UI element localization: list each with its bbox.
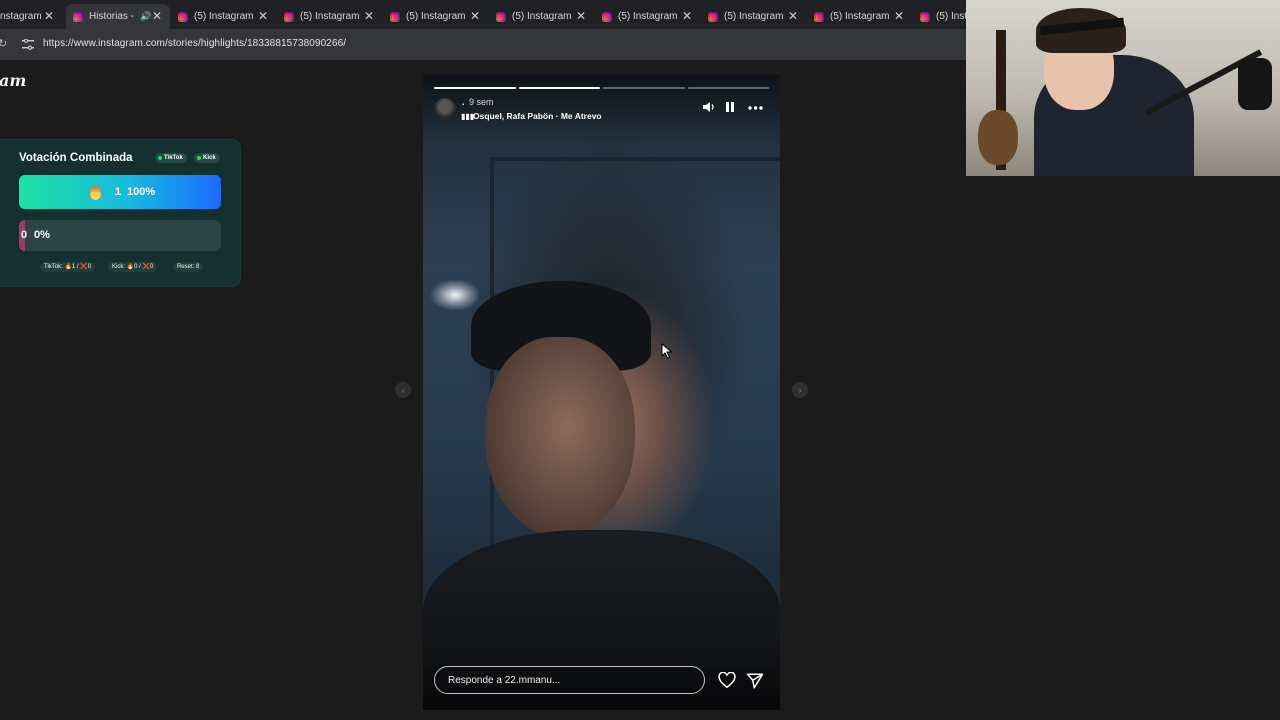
browser-tab-active[interactable]: Historias - 🔊 ✕ xyxy=(66,4,170,29)
story-progress-segment xyxy=(434,87,516,89)
story-viewer[interactable]: . 9 sem ▮▮▮ Osquel, Rafa Pabön · Me Atre… xyxy=(423,75,780,710)
vote-bar-option-b: 0 0% xyxy=(19,220,221,251)
vote-percent-a: 100% xyxy=(127,186,156,198)
instagram-favicon-icon xyxy=(178,11,188,22)
next-story-button[interactable]: › xyxy=(792,382,808,398)
story-progress-segment xyxy=(518,87,600,89)
reload-icon[interactable]: ↻ xyxy=(0,37,7,50)
instagram-favicon-icon xyxy=(73,11,83,22)
vote-count-a: 1 xyxy=(115,186,122,198)
story-progress-segment xyxy=(603,87,685,89)
tab-title: (5) Instagram xyxy=(300,11,360,22)
stat-kick: Kick: 🔥0 / ❌0 xyxy=(108,262,158,272)
instagram-favicon-icon xyxy=(602,11,612,22)
avatar[interactable] xyxy=(434,98,456,120)
instagram-favicon-icon xyxy=(814,11,824,22)
browser-tab[interactable]: (5) Instagram ✕ xyxy=(390,4,488,29)
site-settings-icon[interactable] xyxy=(22,39,34,50)
instagram-favicon-icon xyxy=(708,11,718,22)
tab-title: Historias - xyxy=(89,11,135,22)
vote-count-b: 0 xyxy=(21,229,28,241)
vote-bar-option-a: 1 100% xyxy=(19,175,221,209)
fire-icon xyxy=(90,186,101,200)
send-icon[interactable] xyxy=(746,672,764,690)
tab-close-icon[interactable]: ✕ xyxy=(894,9,904,23)
tab-title: (5) Instagram xyxy=(194,11,254,22)
reply-input[interactable] xyxy=(434,666,705,694)
tab-title: nstagram xyxy=(0,11,42,22)
platform-pill-tiktok: TikTok xyxy=(155,153,187,163)
story-progress-segment xyxy=(687,87,769,89)
tab-close-icon[interactable]: ✕ xyxy=(152,9,162,23)
story-timestamp: 9 sem xyxy=(469,97,494,107)
tab-title: (5) Instagram xyxy=(512,11,572,22)
tab-close-icon[interactable]: ✕ xyxy=(364,9,374,23)
instagram-favicon-icon xyxy=(496,11,506,22)
browser-tab[interactable]: (5) Instagram ✕ xyxy=(178,4,276,29)
pause-icon[interactable] xyxy=(725,101,735,113)
heart-icon[interactable] xyxy=(718,672,736,689)
tab-title: (5) Instagram xyxy=(724,11,784,22)
browser-tab[interactable]: (5) Instagram ✕ xyxy=(708,4,806,29)
tab-close-icon[interactable]: ✕ xyxy=(44,9,54,23)
tab-close-icon[interactable]: ✕ xyxy=(470,9,480,23)
story-subject-face xyxy=(485,337,635,537)
vote-widget: Votación Combinada TikTok Kick 1 100% 0 … xyxy=(0,140,240,286)
vote-title: Votación Combinada xyxy=(19,152,133,164)
previous-story-button[interactable]: ‹ xyxy=(395,382,411,398)
tab-title: (5) Instagram xyxy=(618,11,678,22)
instagram-favicon-icon xyxy=(920,11,930,22)
tab-title: (5) Insta xyxy=(936,11,966,22)
story-light-glare xyxy=(431,280,479,310)
vote-percent-b: 0% xyxy=(34,229,50,241)
tab-close-icon[interactable]: ✕ xyxy=(258,9,268,23)
tab-close-icon[interactable]: ✕ xyxy=(788,9,798,23)
browser-tab[interactable]: (5) Instagram ✕ xyxy=(814,4,912,29)
url-input[interactable]: https://www.instagram.com/stories/highli… xyxy=(43,38,346,49)
volume-icon[interactable] xyxy=(702,101,715,113)
browser-tab[interactable]: (5) Insta xyxy=(920,4,966,29)
instagram-favicon-icon xyxy=(390,11,400,22)
story-song-label[interactable]: Osquel, Rafa Pabön · Me Atrevo xyxy=(473,111,602,121)
instagram-logo[interactable]: am xyxy=(0,71,26,90)
webcam-guitar-body xyxy=(978,110,1018,165)
tab-close-icon[interactable]: ✕ xyxy=(682,9,692,23)
browser-tab[interactable]: (5) Instagram ✕ xyxy=(284,4,382,29)
webcam-microphone xyxy=(1238,58,1272,110)
story-username[interactable]: . xyxy=(462,97,465,107)
webcam-overlay xyxy=(966,0,1280,176)
tab-title: (5) Instagram xyxy=(830,11,890,22)
platform-pill-kick: Kick xyxy=(194,153,220,163)
instagram-favicon-icon xyxy=(284,11,294,22)
stat-tiktok: TikTok: 🔥1 / ❌0 xyxy=(40,262,96,272)
mouse-cursor-icon xyxy=(661,343,673,359)
stat-reset: Reset: 8 xyxy=(173,262,204,272)
more-options-icon[interactable] xyxy=(748,106,763,110)
tab-close-icon[interactable]: ✕ xyxy=(576,9,586,23)
tab-audio-icon[interactable]: 🔊 xyxy=(140,11,151,22)
browser-tab[interactable]: (5) Instagram ✕ xyxy=(602,4,700,29)
browser-tab[interactable]: nstagram ✕ xyxy=(0,4,62,29)
browser-tab[interactable]: (5) Instagram ✕ xyxy=(496,4,594,29)
tab-title: (5) Instagram xyxy=(406,11,466,22)
